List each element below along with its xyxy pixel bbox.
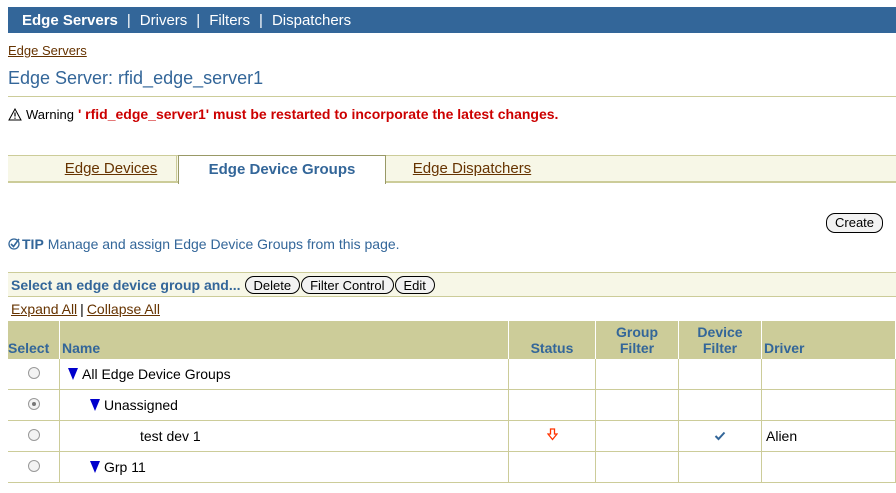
breadcrumb-edge-servers[interactable]: Edge Servers (8, 43, 87, 58)
nav-filters[interactable]: Filters (209, 12, 250, 29)
expand-all-link[interactable]: Expand All (11, 301, 77, 317)
filter-control-button[interactable]: Filter Control (301, 275, 394, 294)
tab-edge-dispatchers[interactable]: Edge Dispatchers (388, 155, 556, 182)
device-filter-cell (678, 420, 762, 452)
name-cell: Grp 11 (59, 451, 509, 483)
device-filter-cell (678, 451, 762, 483)
select-cell (8, 451, 60, 483)
warning-label: Warning (26, 106, 74, 122)
driver-cell (761, 389, 896, 421)
name-cell: test dev 1 (59, 420, 509, 452)
warning-icon (8, 107, 22, 120)
tip-label: TIP (22, 236, 44, 252)
delete-button[interactable]: Delete (244, 275, 301, 294)
col-driver: Driver (761, 321, 896, 359)
collapse-all-link[interactable]: Collapse All (87, 301, 160, 317)
driver-cell: Alien (761, 420, 896, 452)
group-filter-cell (595, 420, 679, 452)
select-cell (8, 420, 60, 452)
status-cell (508, 359, 596, 390)
table-row: test dev 1 Alien (8, 420, 896, 452)
col-group-filter: Group Filter (595, 321, 679, 359)
table-action-label: Select an edge device group and... (11, 276, 241, 293)
table-action-bar: Select an edge device group and... Delet… (8, 272, 896, 297)
tab-label: Edge Device Groups (208, 161, 356, 178)
group-name: Unassigned (104, 397, 178, 413)
nav-separator: | (126, 11, 131, 29)
global-nav: Edge Servers | Drivers | Filters | Dispa… (8, 7, 896, 33)
expand-triangle-icon[interactable] (90, 461, 100, 473)
down-arrow-icon (546, 428, 558, 441)
group-filter-cell (595, 451, 679, 483)
row-radio[interactable] (27, 429, 40, 441)
tree-node: test dev 1 (64, 428, 504, 444)
driver-cell (761, 451, 896, 483)
tree-node: All Edge Device Groups (64, 366, 504, 382)
name-cell: All Edge Device Groups (59, 359, 509, 390)
tab-label: Edge Devices (64, 160, 158, 177)
tip-check-icon (8, 238, 20, 250)
device-filter-cell (678, 389, 762, 421)
driver-cell (761, 359, 896, 390)
warning-message: Warning ' rfid_edge_server1' must be res… (8, 106, 558, 122)
table-row: Grp 11 (8, 451, 896, 483)
edit-button[interactable]: Edit (394, 275, 435, 294)
expand-collapse-links: Expand All | Collapse All (8, 297, 896, 321)
tip-text: Manage and assign Edge Device Groups fro… (47, 236, 400, 252)
nav-edge-servers[interactable]: Edge Servers (22, 12, 118, 29)
table-row: Unassigned (8, 389, 896, 421)
group-filter-cell (595, 359, 679, 390)
tree-node: Grp 11 (64, 459, 504, 475)
select-cell (8, 389, 60, 421)
groups-table: Select Name Status Group Filter Device F… (8, 321, 896, 483)
device-groups-table: Select an edge device group and... Delet… (8, 272, 896, 483)
col-select: Select (8, 321, 60, 359)
col-name: Name (59, 321, 509, 359)
col-device-filter: Device Filter (678, 321, 762, 359)
device-name: test dev 1 (140, 428, 201, 444)
status-cell (508, 451, 596, 483)
tree-node: Unassigned (64, 397, 504, 413)
nav-separator: | (259, 11, 263, 29)
row-radio[interactable] (27, 367, 40, 379)
title-divider (8, 96, 896, 97)
nav-dispatchers[interactable]: Dispatchers (272, 12, 351, 29)
create-button[interactable]: Create (826, 213, 884, 233)
link-separator: | (80, 301, 84, 317)
expand-triangle-icon[interactable] (90, 399, 100, 411)
name-cell: Unassigned (59, 389, 509, 421)
table-row: All Edge Device Groups (8, 359, 896, 390)
group-filter-cell (595, 389, 679, 421)
tab-edge-devices[interactable]: Edge Devices (46, 155, 177, 182)
select-cell (8, 359, 60, 390)
table-header-row: Select Name Status Group Filter Device F… (8, 321, 896, 359)
tab-label: Edge Dispatchers (412, 160, 532, 177)
nav-drivers[interactable]: Drivers (140, 12, 188, 29)
status-cell (508, 420, 596, 452)
nav-separator: | (196, 11, 201, 29)
tip-message: TIP Manage and assign Edge Device Groups… (8, 236, 400, 252)
group-name: All Edge Device Groups (82, 366, 231, 382)
tab-edge-device-groups[interactable]: Edge Device Groups (178, 155, 386, 184)
check-icon (714, 431, 726, 441)
page-title: Edge Server: rfid_edge_server1 (8, 68, 264, 88)
row-radio[interactable] (27, 460, 40, 472)
warning-text: ' rfid_edge_server1' must be restarted t… (77, 106, 559, 122)
expand-triangle-icon[interactable] (68, 368, 78, 380)
row-radio[interactable] (27, 398, 40, 410)
device-filter-cell (678, 359, 762, 390)
group-name: Grp 11 (104, 459, 146, 475)
col-status: Status (508, 321, 596, 359)
status-cell (508, 389, 596, 421)
tab-bar: Edge Devices Edge Device Groups Edge Dis… (8, 155, 896, 184)
